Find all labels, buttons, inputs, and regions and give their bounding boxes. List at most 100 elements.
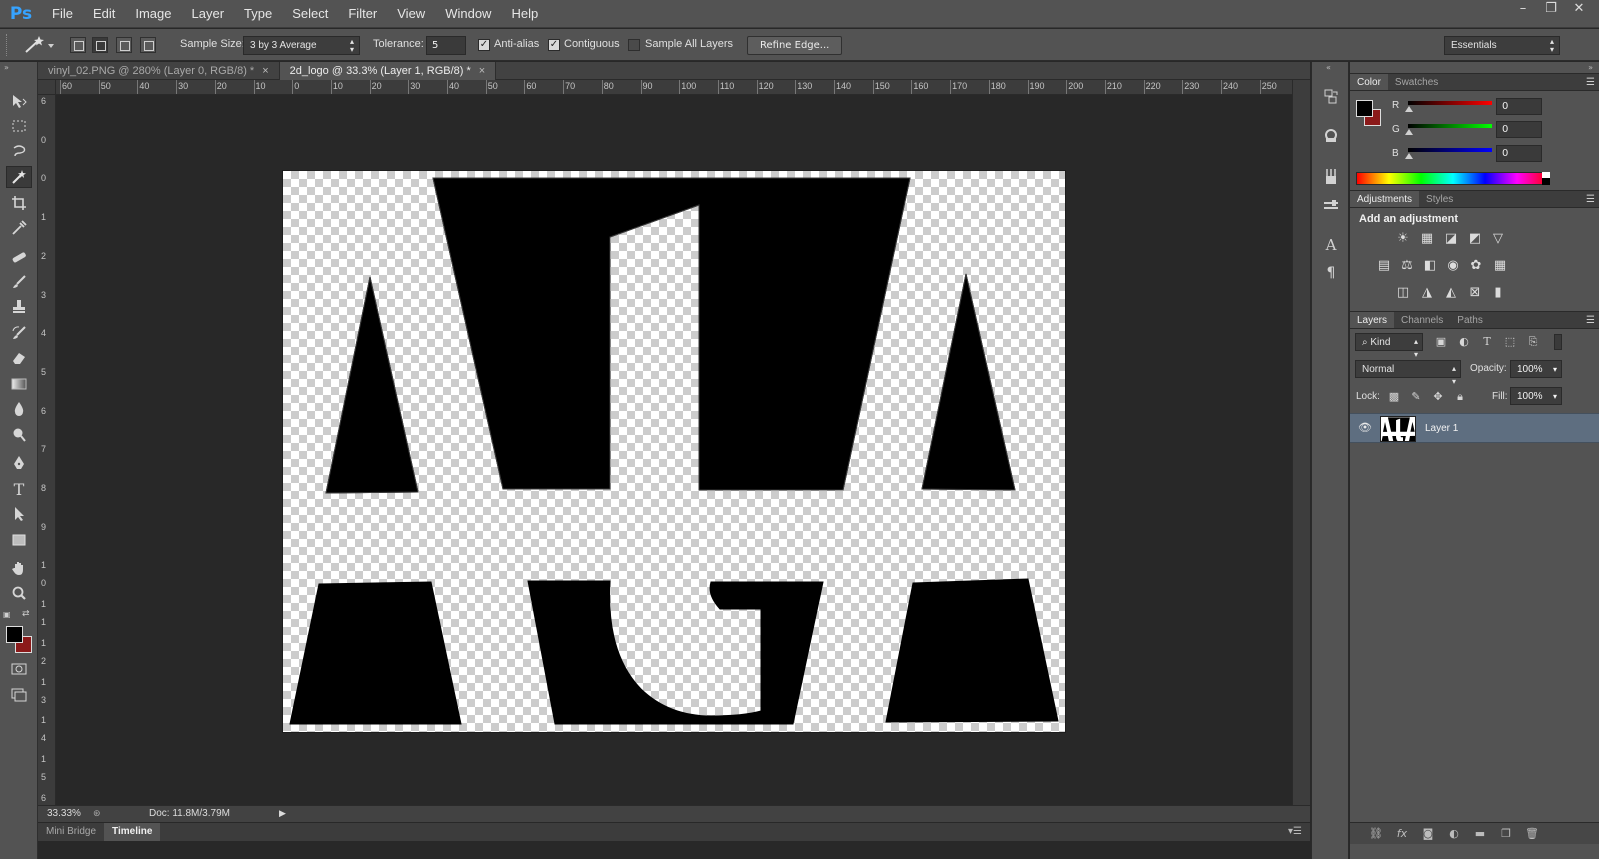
contiguous-checkbox[interactable]: ✓ [548,39,560,51]
selective-color-icon[interactable]: ⊠ [1466,284,1484,302]
menu-help[interactable]: Help [501,0,548,28]
new-selection-icon[interactable] [70,37,86,53]
move-tool-icon[interactable] [6,90,32,112]
history-brush-tool-icon[interactable] [6,322,32,344]
threshold-icon[interactable]: ◭ [1442,284,1460,302]
refine-edge-button[interactable]: Refine Edge... [747,36,843,55]
exposure-icon[interactable]: ◩ [1466,230,1484,248]
layer-style-icon[interactable]: fx [1394,826,1410,842]
default-colors-icon[interactable]: ▣ [3,610,11,619]
lock-all-icon[interactable]: 🔒︎ [1452,389,1468,405]
restore-button[interactable]: ❐ [1537,0,1565,20]
eye-icon[interactable]: 👁︎ [1358,421,1372,435]
status-menu-arrow-icon[interactable]: ▶ [279,808,286,819]
panel-menu-icon[interactable]: ☰ [1586,191,1595,208]
horizontal-ruler[interactable]: 60 50 40 30 20 10 0 10 20 30 40 50 60 70 80 90 100 110 120… [56,80,1292,95]
filter-smart-objects-icon[interactable]: ⎘ [1525,334,1541,350]
tab-mini-bridge[interactable]: Mini Bridge [38,823,104,841]
filter-pixel-layers-icon[interactable]: ▣ [1433,334,1449,350]
rectangular-marquee-icon[interactable] [6,115,32,137]
zoom-level[interactable]: 33.33% [47,808,89,819]
levels-icon[interactable]: ▦ [1418,230,1436,248]
black-white-icon[interactable]: ◧ [1421,257,1439,275]
tab-adjustments[interactable]: Adjustments [1350,191,1420,207]
spectrum-black-swatch[interactable] [1542,178,1550,185]
tab-color[interactable]: Color [1350,74,1388,90]
magic-wand-tool-icon[interactable] [6,166,32,188]
zoom-tool-icon[interactable] [6,582,32,604]
vertical-ruler[interactable]: 6 0 0 1 2 3 4 5 6 7 8 9 1 0 1 1 1 2 1 3 1 4 1 5 6 [38,95,56,805]
document-canvas[interactable] [283,171,1065,732]
lasso-tool-icon[interactable] [6,140,32,162]
brightness-contrast-icon[interactable]: ☀ [1394,230,1412,248]
tab-channels[interactable]: Channels [1394,312,1450,328]
layer-row-layer-1[interactable]: 👁︎ Layer 1 [1350,413,1599,443]
blue-channel-value[interactable]: 0 [1496,145,1542,162]
color-lookup-icon[interactable]: ▦ [1491,257,1509,275]
color-spectrum-bar[interactable] [1356,172,1550,185]
anti-alias-checkbox[interactable]: ✓ [478,39,490,51]
filter-shape-layers-icon[interactable]: ⬚ [1502,334,1518,350]
menu-filter[interactable]: Filter [338,0,387,28]
blur-tool-icon[interactable] [6,398,32,420]
menu-select[interactable]: Select [282,0,338,28]
sample-all-layers-checkbox[interactable] [628,39,640,51]
close-tab-icon[interactable]: × [262,65,268,77]
workspace-select[interactable]: Essentials ▴ ▾ [1444,36,1560,55]
color-balance-icon[interactable]: ⚖ [1398,257,1416,275]
filter-type-layers-icon[interactable]: T [1479,334,1495,350]
healing-brush-tool-icon[interactable] [6,246,32,268]
red-channel-value[interactable]: 0 [1496,98,1542,115]
menu-view[interactable]: View [387,0,435,28]
sample-size-select[interactable]: 3 by 3 Average ▴ ▾ [243,36,360,55]
add-to-selection-icon[interactable] [92,37,108,53]
brush-presets-icon[interactable] [1320,166,1342,188]
proof-icon[interactable]: ⊛ [93,808,107,819]
brush-settings-icon[interactable] [1320,194,1342,216]
document-tab-vinyl[interactable]: vinyl_02.PNG @ 280% (Layer 0, RGB/8) * × [38,62,280,80]
invert-icon[interactable]: ◫ [1394,284,1412,302]
filter-adjustment-layers-icon[interactable]: ◐ [1456,334,1472,350]
delete-layer-icon[interactable]: 🗑︎ [1524,826,1540,842]
blue-slider-thumb[interactable] [1405,153,1413,159]
layer-filter-select[interactable]: ⌕ Kind ▴ ▾ [1355,333,1423,359]
blend-mode-select[interactable]: Normal ▴ ▾ [1355,360,1461,386]
blue-channel-slider[interactable] [1408,148,1492,152]
menu-layer[interactable]: Layer [182,0,235,28]
vertical-scrollbar[interactable] [1292,80,1310,805]
properties-panel-icon[interactable] [1320,124,1342,146]
panel-menu-icon[interactable]: ▾☰ [1288,823,1302,841]
red-slider-thumb[interactable] [1405,106,1413,112]
panel-menu-icon[interactable]: ☰ [1586,312,1595,329]
rectangle-tool-icon[interactable] [6,529,32,551]
brush-tool-icon[interactable] [6,271,32,293]
hand-tool-icon[interactable] [6,557,32,579]
expand-panels-icon[interactable]: » [1588,63,1593,72]
green-channel-slider[interactable] [1408,124,1492,128]
tab-layers[interactable]: Layers [1350,312,1395,328]
lock-position-icon[interactable]: ✥ [1430,389,1446,405]
vibrance-icon[interactable]: ▽ [1489,230,1507,248]
ruler-origin[interactable] [38,80,56,95]
menu-window[interactable]: Window [435,0,501,28]
crop-tool-icon[interactable] [6,192,32,214]
quick-mask-icon[interactable] [6,658,32,680]
collapse-dock-icon[interactable]: « [1326,63,1331,72]
menu-type[interactable]: Type [234,0,282,28]
gradient-tool-icon[interactable] [6,373,32,395]
fill-input[interactable]: 100% ▾ [1510,387,1562,405]
history-panel-icon[interactable] [1320,86,1342,108]
close-tab-icon[interactable]: × [479,65,485,77]
swap-colors-icon[interactable]: ⇄ [22,609,30,619]
add-mask-icon[interactable]: ◙ [1420,826,1436,842]
dodge-tool-icon[interactable] [6,424,32,446]
link-layers-icon[interactable]: ⛓ [1368,826,1384,842]
subtract-from-selection-icon[interactable] [116,37,132,53]
panel-menu-icon[interactable]: ☰ [1586,74,1595,91]
layer-name[interactable]: Layer 1 [1425,423,1458,434]
new-layer-icon[interactable]: ❐ [1498,826,1514,842]
red-channel-slider[interactable] [1408,101,1492,105]
tab-swatches[interactable]: Swatches [1388,74,1445,90]
tab-paths[interactable]: Paths [1450,312,1490,328]
paragraph-panel-icon[interactable]: ¶ [1320,262,1342,284]
